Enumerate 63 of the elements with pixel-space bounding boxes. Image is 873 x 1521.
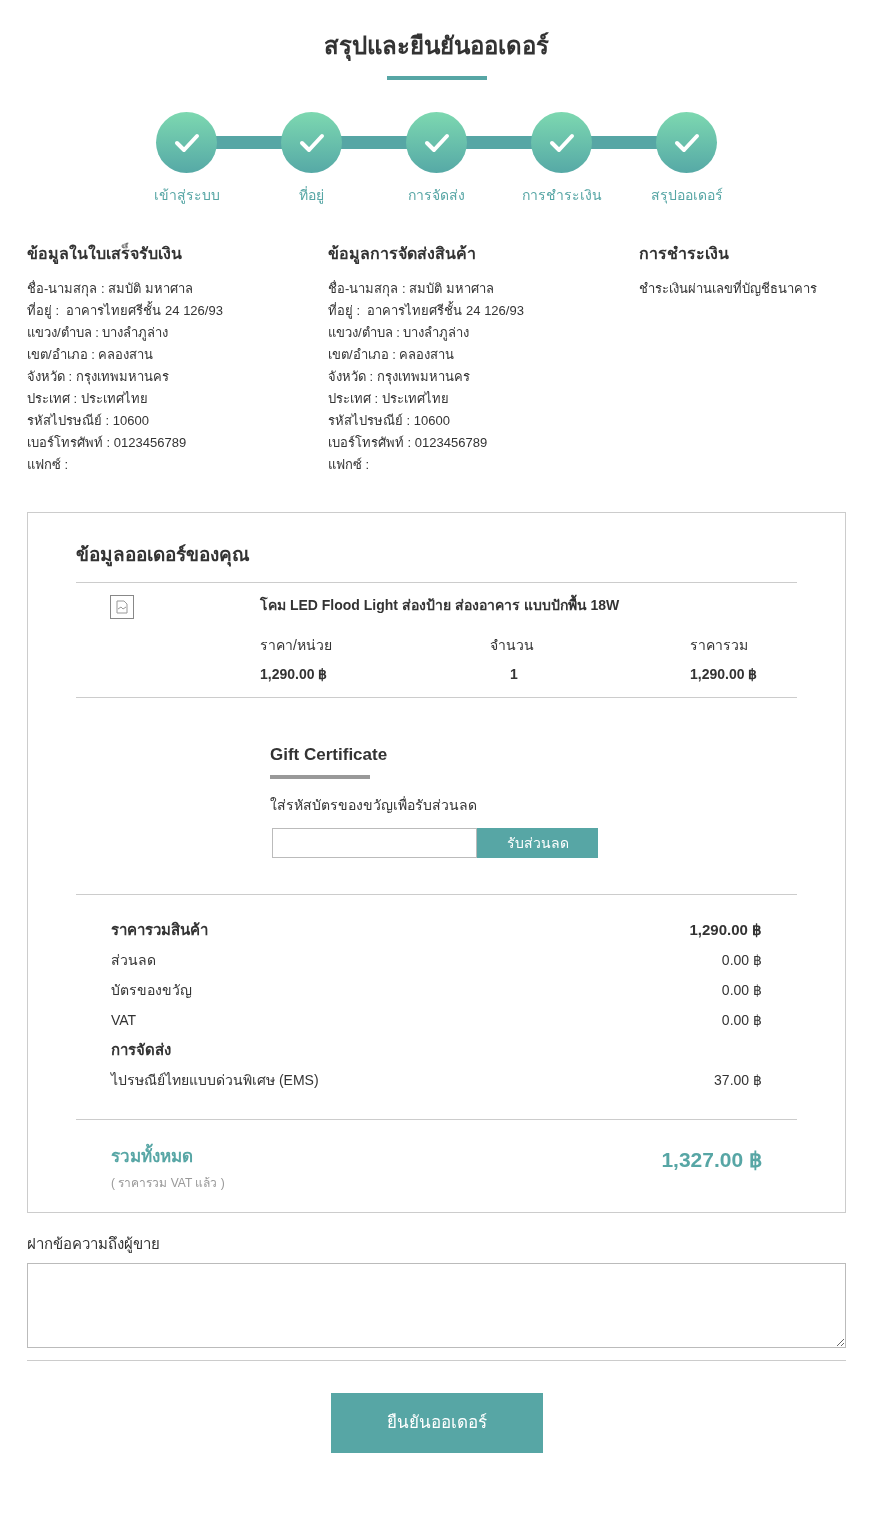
- column-label: ราคา/หน่วย: [260, 635, 333, 655]
- column-label: จำนวน: [490, 635, 535, 655]
- summary-value: 1,290.00 ฿: [689, 919, 762, 940]
- check-icon: [173, 132, 200, 153]
- grand-total-label: รวมทั้งหมด: [111, 1144, 225, 1170]
- summary-label: การจัดส่ง: [111, 1039, 171, 1060]
- step-label: ที่อยู่: [299, 185, 324, 206]
- page-title: สรุปและยืนยันออเดอร์: [323, 31, 550, 63]
- section-heading: ข้อมูลในใบเสร็จรับเงิน: [27, 242, 328, 266]
- summary-label: ราคารวมสินค้า: [111, 919, 208, 940]
- redeem-button[interactable]: รับส่วนลด: [477, 828, 598, 858]
- gift-heading: Gift Certificate: [270, 743, 389, 766]
- info-line: จังหวัด : กรุงเทพมหานคร: [27, 368, 170, 387]
- unit-price: 1,290.00 ฿: [260, 664, 329, 684]
- image-placeholder-icon: [110, 594, 134, 619]
- info-line: เขต/อำเภอ : คลองสาน: [27, 346, 155, 364]
- summary-label: บัตรของขวัญ: [111, 980, 192, 1000]
- step-label: การชำระเงิน: [521, 186, 602, 205]
- info-line: แฟกซ์ :: [27, 456, 70, 474]
- summary-label: ไปรษณีย์ไทยแบบด่วนพิเศษ (EMS): [111, 1070, 319, 1090]
- info-line: ชื่อ-นามสกุล : สมบัติ มหาศาล: [27, 279, 194, 299]
- info-line: เขต/อำเภอ : คลองสาน: [328, 346, 456, 364]
- column-label: ราคารวม: [690, 635, 749, 655]
- quantity: 1: [509, 664, 519, 684]
- info-line: ที่อยู่ : อาคารไทยศรีชั้น 24 126/93: [27, 300, 224, 321]
- product-name: โคม LED Flood Light ส่องป้าย ส่องอาคาร แบบปักพื้น 18W: [260, 594, 621, 615]
- info-line: ชำระเงินผ่านเลขที่บัญชีธนาคาร: [639, 279, 818, 298]
- summary-value: 37.00 ฿: [714, 1070, 762, 1090]
- info-line: เบอร์โทรศัพท์ : 0123456789: [328, 434, 489, 452]
- confirm-order-button[interactable]: ยืนยันออเดอร์: [330, 1393, 543, 1453]
- check-icon: [423, 132, 450, 153]
- message-field[interactable]: [27, 1263, 846, 1348]
- info-line: รหัสไปรษณีย์ : 10600: [27, 412, 150, 430]
- message-label: ฝากข้อความถึงผู้ขาย: [27, 1233, 161, 1255]
- info-line: แขวง/ตำบล : บางลำภูล่าง: [328, 324, 471, 343]
- step-label: การจัดส่ง: [408, 186, 465, 205]
- summary-value: 0.00 ฿: [721, 980, 762, 1000]
- order-heading: ข้อมูลออเดอร์ของคุณ: [76, 543, 251, 569]
- info-line: รหัสไปรษณีย์ : 10600: [328, 412, 451, 430]
- info-line: ที่อยู่ : อาคารไทยศรีชั้น 24 126/93: [328, 300, 525, 321]
- check-icon: [298, 132, 325, 153]
- summary-value: 0.00 ฿: [721, 950, 762, 970]
- step-label: เข้าสู่ระบบ: [153, 186, 220, 206]
- info-line: แฟกซ์ :: [328, 456, 371, 474]
- info-line: ชื่อ-นามสกุล : สมบัติ มหาศาล: [328, 279, 495, 299]
- summary-value: 0.00 ฿: [721, 1010, 762, 1030]
- gift-code-field[interactable]: [272, 828, 477, 858]
- info-line: ประเทศ : ประเทศไทย: [328, 390, 450, 408]
- vat-note: ( ราคารวม VAT แล้ว ): [111, 1174, 225, 1192]
- info-line: แขวง/ตำบล : บางลำภูล่าง: [27, 324, 170, 343]
- info-line: จังหวัด : กรุงเทพมหานคร: [328, 368, 471, 387]
- summary-label: VAT: [111, 1010, 137, 1030]
- summary-label: ส่วนลด: [111, 950, 156, 970]
- info-line: ประเทศ : ประเทศไทย: [27, 390, 149, 408]
- step-label: สรุปออเดอร์: [650, 186, 723, 206]
- section-heading: ข้อมูลการจัดส่งสินค้า: [328, 244, 477, 266]
- gift-hint: ใส่รหัสบัตรของขวัญเพื่อรับส่วนลด: [270, 795, 478, 815]
- check-icon: [548, 132, 575, 153]
- check-icon: [673, 132, 700, 153]
- line-total: 1,290.00 ฿: [690, 664, 759, 684]
- section-heading: การชำระเงิน: [639, 244, 730, 264]
- grand-total-value: 1,327.00 ฿: [661, 1147, 762, 1173]
- info-line: เบอร์โทรศัพท์ : 0123456789: [27, 434, 188, 452]
